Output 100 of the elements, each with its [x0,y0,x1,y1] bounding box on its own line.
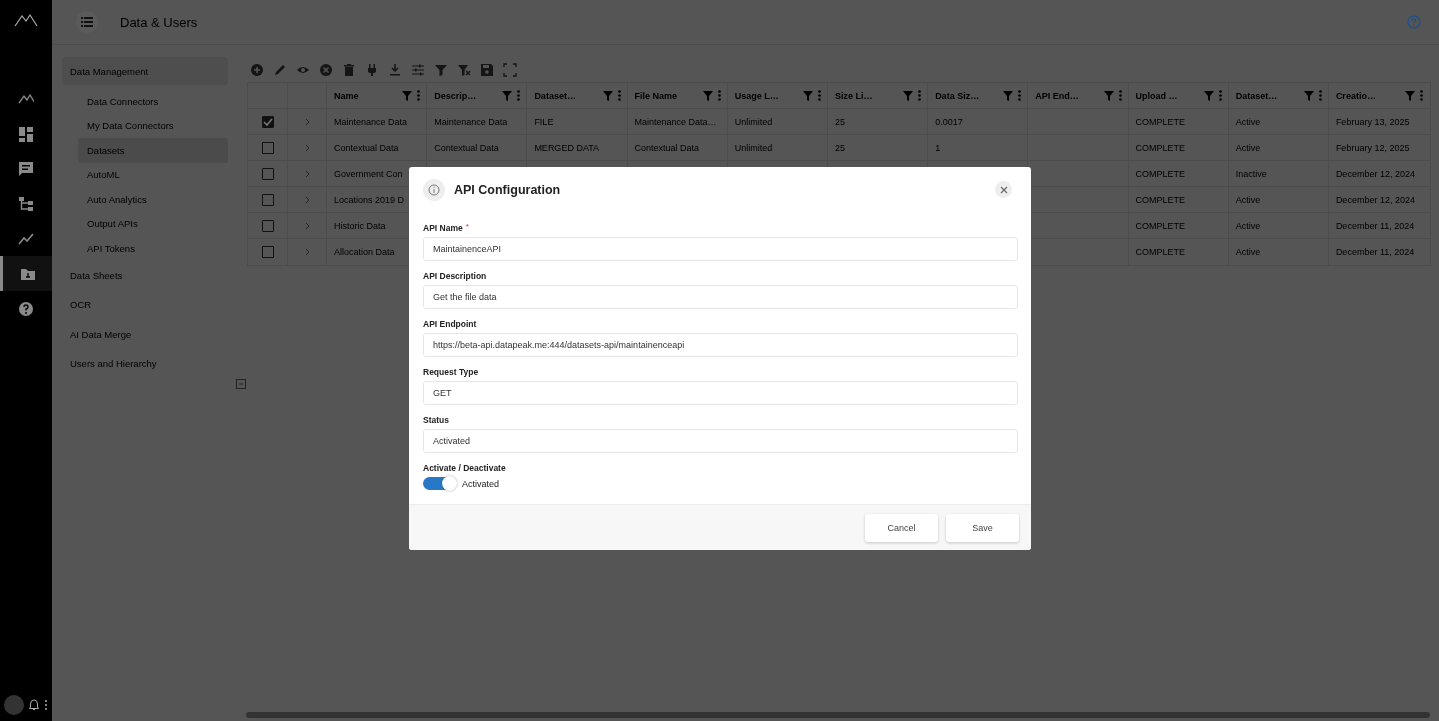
plug-icon[interactable] [365,62,379,77]
table-cell: Active [1235,247,1261,257]
input-field[interactable]: GET [423,381,1018,405]
checkbox[interactable] [261,246,274,258]
filter-icon[interactable] [502,90,513,101]
checkbox[interactable] [261,219,274,232]
column-header[interactable]: Descrip… [434,90,477,101]
column-header[interactable]: Name [334,90,359,101]
filter-icon[interactable] [903,90,914,101]
table-cell: Contextual Data [634,142,700,153]
filter-icon[interactable] [402,90,413,101]
sliders-icon[interactable] [411,62,425,77]
collapse-icon[interactable] [236,379,246,389]
save-button[interactable]: Save [946,513,1019,542]
table-cell: 0.0017 [935,116,963,127]
kebab-menu-icon[interactable] [1420,90,1424,101]
sidebar-item[interactable]: Output APIs [62,211,228,236]
menu-button[interactable] [76,11,98,33]
toggle-switch[interactable] [423,477,455,490]
sidebar-item[interactable]: Data Connectors [62,89,228,114]
kebab-menu-icon[interactable] [817,90,821,101]
sidebar-item[interactable]: API Tokens [62,236,228,261]
sidebar-item[interactable]: Datasets [78,138,228,163]
checkbox[interactable] [261,167,274,180]
avatar[interactable] [4,695,24,715]
cancel-icon[interactable] [319,62,333,77]
kebab-menu-icon[interactable] [1018,90,1022,101]
rail-item[interactable] [0,256,52,291]
column-header[interactable]: Usage L… [734,90,779,101]
column-header[interactable]: Dataset… [534,90,576,101]
table-cell: Active [1235,116,1261,127]
kebab-menu-icon[interactable] [1118,90,1122,101]
filter-icon[interactable] [1303,90,1314,101]
field-label: Activate / Deactivate [423,463,506,473]
chevron-right-icon[interactable] [304,143,310,152]
chevron-right-icon[interactable] [304,221,310,230]
table-cell: Government Con [334,168,403,179]
kebab-menu-icon[interactable] [44,699,48,711]
column-header[interactable]: Creatio… [1335,90,1376,101]
input-field[interactable]: Activated [423,429,1018,453]
close-button[interactable] [995,181,1012,198]
column-header[interactable]: Data Siz… [935,90,980,101]
bell-icon[interactable] [29,699,39,711]
column-header[interactable]: Upload … [1135,90,1178,101]
table-cell: December 12, 2024 [1335,194,1415,205]
checkbox[interactable] [261,115,274,128]
kebab-menu-icon[interactable] [417,90,421,101]
filter-icon[interactable] [1003,90,1014,101]
sidebar-group[interactable]: AI Data Merge [62,319,228,349]
chevron-right-icon[interactable] [304,117,310,126]
table-cell: 25 [834,116,845,127]
sidebar-group[interactable]: Data Management [62,57,228,85]
table-cell: COMPLETE [1135,142,1185,153]
column-header[interactable]: Dataset… [1235,90,1278,101]
cancel-button[interactable]: Cancel [865,513,938,542]
filter-icon[interactable] [702,90,713,101]
chevron-right-icon[interactable] [304,248,310,256]
filter-icon[interactable] [602,90,613,101]
scrollbar[interactable] [246,712,1430,718]
checkbox[interactable] [261,193,274,206]
table-cell: Maintenance Data [434,116,508,127]
sidebar-group[interactable]: Users and Hierarchy [62,349,228,379]
column-header[interactable]: Size Li… [834,90,873,101]
kebab-menu-icon[interactable] [918,90,922,101]
filter-icon[interactable] [1405,90,1416,101]
kebab-menu-icon[interactable] [717,90,721,101]
info-icon [423,178,445,201]
sidebar-item[interactable]: AutoML [62,162,228,187]
table-cell: December 11, 2024 [1335,220,1415,231]
input-field[interactable]: https://beta-api.datapeak.me:444/datasets-api/maintainenceapi [423,333,1018,357]
filter-off-icon[interactable] [457,62,471,77]
kebab-menu-icon[interactable] [1318,90,1322,101]
filter-icon[interactable] [802,90,813,101]
pencil-icon[interactable] [273,62,287,77]
table-cell: FILE [534,116,554,127]
sidebar-item[interactable]: Auto Analytics [62,187,228,212]
trash-icon[interactable] [342,62,356,77]
sidebar-group[interactable]: Data Sheets [62,260,228,290]
table-cell: Maintenance Data… [634,116,717,127]
download-icon[interactable] [388,62,402,77]
sidebar-group[interactable]: OCR [62,290,228,320]
input-field[interactable]: MaintainenceAPI [423,237,1018,261]
chevron-right-icon[interactable] [304,169,310,178]
column-header[interactable]: API End… [1035,90,1079,101]
checkbox[interactable] [261,141,274,154]
filter-icon[interactable] [1103,90,1114,101]
column-header[interactable]: File Name [634,90,678,101]
kebab-menu-icon[interactable] [617,90,621,101]
filter-icon[interactable] [1203,90,1214,101]
chevron-right-icon[interactable] [304,195,310,204]
fullscreen-icon[interactable] [503,62,517,77]
add-icon[interactable] [250,62,264,77]
table-cell: Unlimited [734,142,773,153]
kebab-menu-icon[interactable] [1218,90,1222,101]
save-icon[interactable] [480,62,494,77]
filter-icon[interactable] [434,62,448,77]
input-field[interactable]: Get the file data [423,285,1018,309]
sidebar-item[interactable]: My Data Connectors [62,113,228,138]
kebab-menu-icon[interactable] [517,90,521,101]
table-cell: Contextual Data [334,142,399,153]
